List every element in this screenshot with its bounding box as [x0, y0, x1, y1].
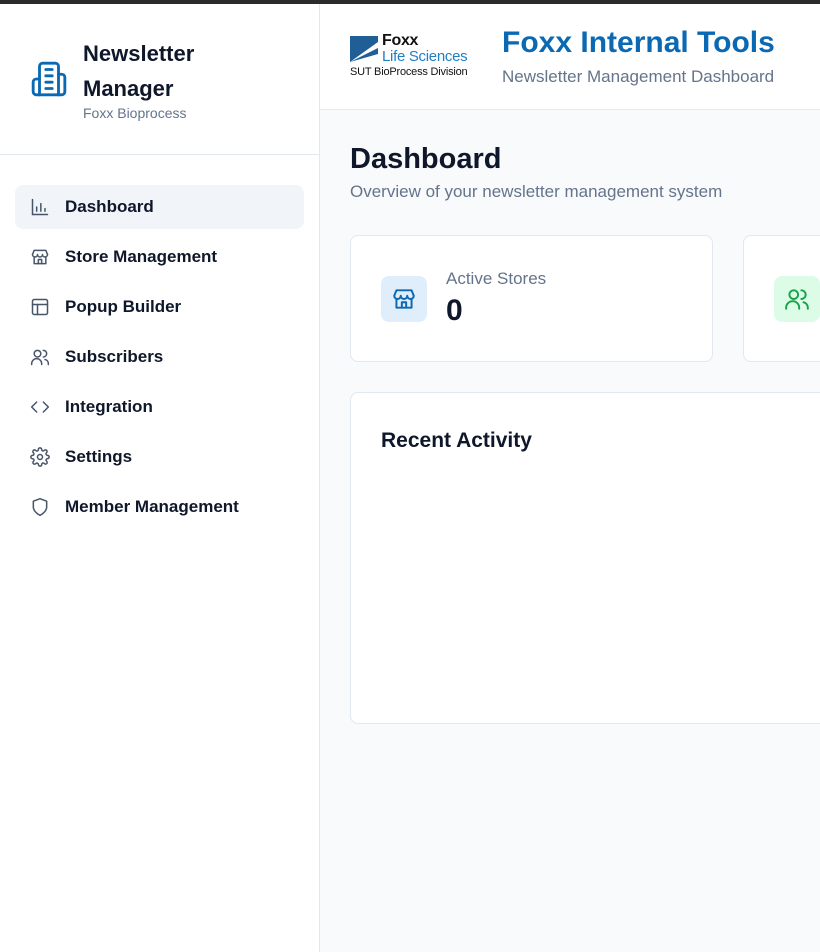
building-icon — [30, 60, 68, 98]
sidebar-item-settings[interactable]: Settings — [15, 435, 304, 479]
sidebar-item-label: Dashboard — [65, 197, 154, 216]
recent-activity-title: Recent Activity — [381, 429, 532, 452]
code-icon — [30, 397, 50, 417]
layout-icon — [30, 297, 50, 317]
logo-text-life-sciences: Life Sciences — [382, 48, 468, 65]
sidebar: Newsletter Manager Foxx Bioprocess Dashb… — [0, 4, 320, 952]
logo-mark — [350, 36, 378, 62]
store-icon — [381, 276, 427, 322]
stat-card-subscribers — [743, 235, 820, 362]
users-icon — [774, 276, 820, 322]
sidebar-item-label: Member Management — [65, 497, 239, 516]
header-subtitle: Newsletter Management Dashboard — [502, 67, 775, 86]
logo-text-division: SUT BioProcess Division — [350, 66, 468, 78]
sidebar-item-integration[interactable]: Integration — [15, 385, 304, 429]
sidebar-item-member-management[interactable]: Member Management — [15, 485, 304, 529]
page-subtitle: Overview of your newsletter management s… — [350, 182, 723, 201]
sidebar-nav: Dashboard Store Management Popup Builder… — [15, 185, 304, 535]
users-icon — [30, 347, 50, 367]
sidebar-item-subscribers[interactable]: Subscribers — [15, 335, 304, 379]
stat-card-active-stores: Active Stores 0 — [350, 235, 713, 362]
sidebar-item-label: Subscribers — [65, 347, 164, 366]
app-subtitle: Foxx Bioprocess — [83, 105, 187, 121]
sidebar-item-label: Store Management — [65, 247, 218, 266]
header-title: Foxx Internal Tools — [502, 26, 775, 59]
bar-chart-icon — [30, 197, 50, 217]
top-header: Foxx Life Sciences SUT BioProcess Divisi… — [320, 4, 820, 110]
stat-label: Active Stores — [446, 269, 547, 288]
sidebar-item-dashboard[interactable]: Dashboard — [15, 185, 304, 229]
gear-icon — [30, 447, 50, 467]
shield-icon — [30, 497, 50, 517]
sidebar-item-popup-builder[interactable]: Popup Builder — [15, 285, 304, 329]
company-logo: Foxx Life Sciences SUT BioProcess Divisi… — [350, 32, 482, 82]
store-icon — [30, 247, 50, 267]
stat-value: 0 — [446, 294, 463, 327]
recent-activity-card: Recent Activity — [350, 392, 820, 724]
sidebar-item-label: Settings — [65, 447, 133, 466]
page-title: Dashboard — [350, 143, 502, 175]
sidebar-item-label: Integration — [65, 397, 153, 416]
sidebar-brand: Newsletter Manager Foxx Bioprocess — [0, 4, 319, 155]
sidebar-item-label: Popup Builder — [65, 297, 182, 316]
sidebar-item-store-management[interactable]: Store Management — [15, 235, 304, 279]
app-title: Newsletter Manager — [83, 41, 195, 101]
